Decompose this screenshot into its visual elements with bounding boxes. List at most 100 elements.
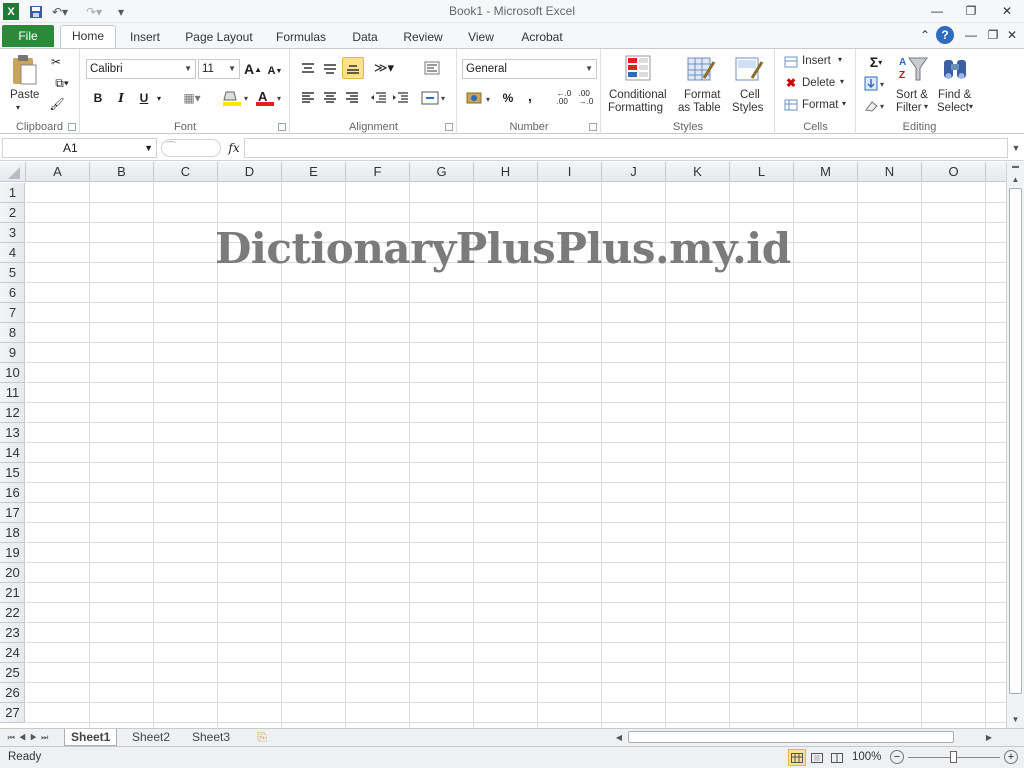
horizontal-scroll-thumb[interactable] <box>628 731 954 743</box>
format-as-table-icon[interactable] <box>686 53 716 85</box>
row-header[interactable]: 14 <box>0 443 25 463</box>
sheet-tab-3[interactable]: Sheet3 <box>186 729 236 746</box>
row-header[interactable]: 21 <box>0 583 25 603</box>
row-header[interactable]: 24 <box>0 643 25 663</box>
accounting-format-icon[interactable]: ▾ <box>466 89 494 107</box>
orientation-icon[interactable]: ≫▾ <box>371 58 397 78</box>
conditional-formatting-label-2[interactable]: Formatting <box>608 102 663 114</box>
decrease-decimal-icon[interactable]: .00 →.0 <box>576 89 596 107</box>
insert-worksheet-icon[interactable]: ⎘ <box>250 729 274 746</box>
row-header[interactable]: 10 <box>0 363 25 383</box>
chevron-down-icon[interactable]: ▾ <box>842 99 846 108</box>
zoom-out-icon[interactable]: − <box>890 750 904 764</box>
row-header[interactable]: 23 <box>0 623 25 643</box>
format-cells-button[interactable]: Format <box>802 99 838 111</box>
number-launcher-icon[interactable] <box>589 123 597 131</box>
delete-cells-button[interactable]: Delete <box>802 77 835 89</box>
italic-button[interactable]: I <box>113 89 129 107</box>
increase-decimal-icon[interactable]: ←.0.00 <box>554 89 574 107</box>
column-header[interactable]: K <box>666 162 730 182</box>
row-header[interactable]: 20 <box>0 563 25 583</box>
workbook-restore-icon[interactable]: ❐ <box>982 27 1004 43</box>
align-right-icon[interactable] <box>343 88 361 108</box>
column-header[interactable]: G <box>410 162 474 182</box>
format-as-table-label-1[interactable]: Format <box>684 89 720 101</box>
row-header[interactable]: 13 <box>0 423 25 443</box>
vertical-scroll-thumb[interactable] <box>1009 188 1022 694</box>
tab-file[interactable]: File <box>2 25 54 47</box>
conditional-formatting-icon[interactable] <box>624 53 654 85</box>
expand-formula-bar-icon[interactable]: ▼ <box>1008 138 1024 158</box>
insert-cells-button[interactable]: Insert <box>802 55 831 67</box>
column-header[interactable]: A <box>26 162 90 182</box>
minimize-ribbon-icon[interactable]: ⌃ <box>914 27 936 43</box>
delete-cells-icon[interactable]: ✖ <box>783 75 799 91</box>
row-header[interactable]: 25 <box>0 663 25 683</box>
row-header[interactable]: 7 <box>0 303 25 323</box>
wrap-text-icon[interactable] <box>421 58 443 78</box>
tab-page-layout[interactable]: Page Layout <box>180 27 258 47</box>
sort-filter-icon[interactable]: AZ <box>897 53 929 85</box>
comma-style-button[interactable]: , <box>524 87 536 105</box>
find-select-label-1[interactable]: Find & <box>938 89 971 101</box>
formula-input[interactable] <box>244 138 1008 158</box>
tab-review[interactable]: Review <box>398 27 448 47</box>
shrink-font-icon[interactable]: A ▼ <box>266 61 284 81</box>
tab-insert[interactable]: Insert <box>124 27 166 47</box>
row-header[interactable]: 6 <box>0 283 25 303</box>
name-box[interactable]: A1 ▼ <box>2 138 157 158</box>
autosum-icon[interactable]: Σ ▾ <box>863 53 889 71</box>
cell-styles-label-1[interactable]: Cell <box>740 89 760 101</box>
number-format-combo[interactable]: General ▼ <box>462 59 597 79</box>
row-header[interactable]: 27 <box>0 703 25 723</box>
cell-styles-icon[interactable] <box>734 53 764 85</box>
chevron-down-icon[interactable]: ▾ <box>924 102 928 111</box>
middle-align-icon[interactable] <box>321 58 339 78</box>
fill-icon[interactable]: ▾ <box>863 75 889 93</box>
paste-icon[interactable] <box>8 53 40 87</box>
column-header[interactable]: H <box>474 162 538 182</box>
select-all-corner[interactable] <box>0 162 26 182</box>
sort-filter-label-2[interactable]: Filter <box>896 102 922 114</box>
workbook-minimize-icon[interactable]: — <box>960 27 982 43</box>
vertical-scrollbar[interactable]: ▬ ▲ ▼ <box>1006 162 1024 728</box>
clipboard-launcher-icon[interactable] <box>68 123 76 131</box>
column-header[interactable]: E <box>282 162 346 182</box>
increase-indent-icon[interactable] <box>391 88 409 108</box>
tab-acrobat[interactable]: Acrobat <box>514 27 570 47</box>
column-header[interactable]: L <box>730 162 794 182</box>
row-header[interactable]: 18 <box>0 523 25 543</box>
column-header[interactable]: D <box>218 162 282 182</box>
column-header[interactable]: F <box>346 162 410 182</box>
sheet-tab-1[interactable]: Sheet1 <box>64 729 118 746</box>
row-header[interactable]: 15 <box>0 463 25 483</box>
sheet-nav-arrows-icon[interactable]: ⏮◀▶⏭ <box>2 729 58 746</box>
column-header[interactable]: B <box>90 162 154 182</box>
row-header[interactable]: 3 <box>0 223 25 243</box>
alignment-launcher-icon[interactable] <box>445 123 453 131</box>
top-align-icon[interactable] <box>299 58 317 78</box>
scroll-left-icon[interactable]: ◀ <box>612 729 626 746</box>
help-icon[interactable]: ? <box>936 26 954 44</box>
tab-data[interactable]: Data <box>346 27 384 47</box>
font-color-icon[interactable]: A ▾ <box>255 89 285 107</box>
paste-button[interactable]: Paste <box>10 89 39 101</box>
percent-style-button[interactable]: % <box>500 89 516 107</box>
row-header[interactable]: 2 <box>0 203 25 223</box>
row-header[interactable]: 12 <box>0 403 25 423</box>
sheet-tab-2[interactable]: Sheet2 <box>126 729 176 746</box>
insert-cells-icon[interactable] <box>783 54 799 70</box>
scroll-up-icon[interactable]: ▲ <box>1007 172 1024 186</box>
zoom-level[interactable]: 100% <box>852 751 881 763</box>
chevron-down-icon[interactable]: ▾ <box>154 89 164 107</box>
chevron-down-icon[interactable]: ▾ <box>840 77 844 86</box>
row-header[interactable]: 19 <box>0 543 25 563</box>
align-left-icon[interactable] <box>299 88 317 108</box>
chevron-down-icon[interactable]: ▾ <box>838 55 842 64</box>
bold-button[interactable]: B <box>90 89 106 107</box>
scroll-right-icon[interactable]: ▶ <box>982 729 996 746</box>
decrease-indent-icon[interactable] <box>369 88 387 108</box>
normal-view-icon[interactable] <box>788 749 806 766</box>
column-header[interactable]: I <box>538 162 602 182</box>
conditional-formatting-label-1[interactable]: Conditional <box>609 89 667 101</box>
